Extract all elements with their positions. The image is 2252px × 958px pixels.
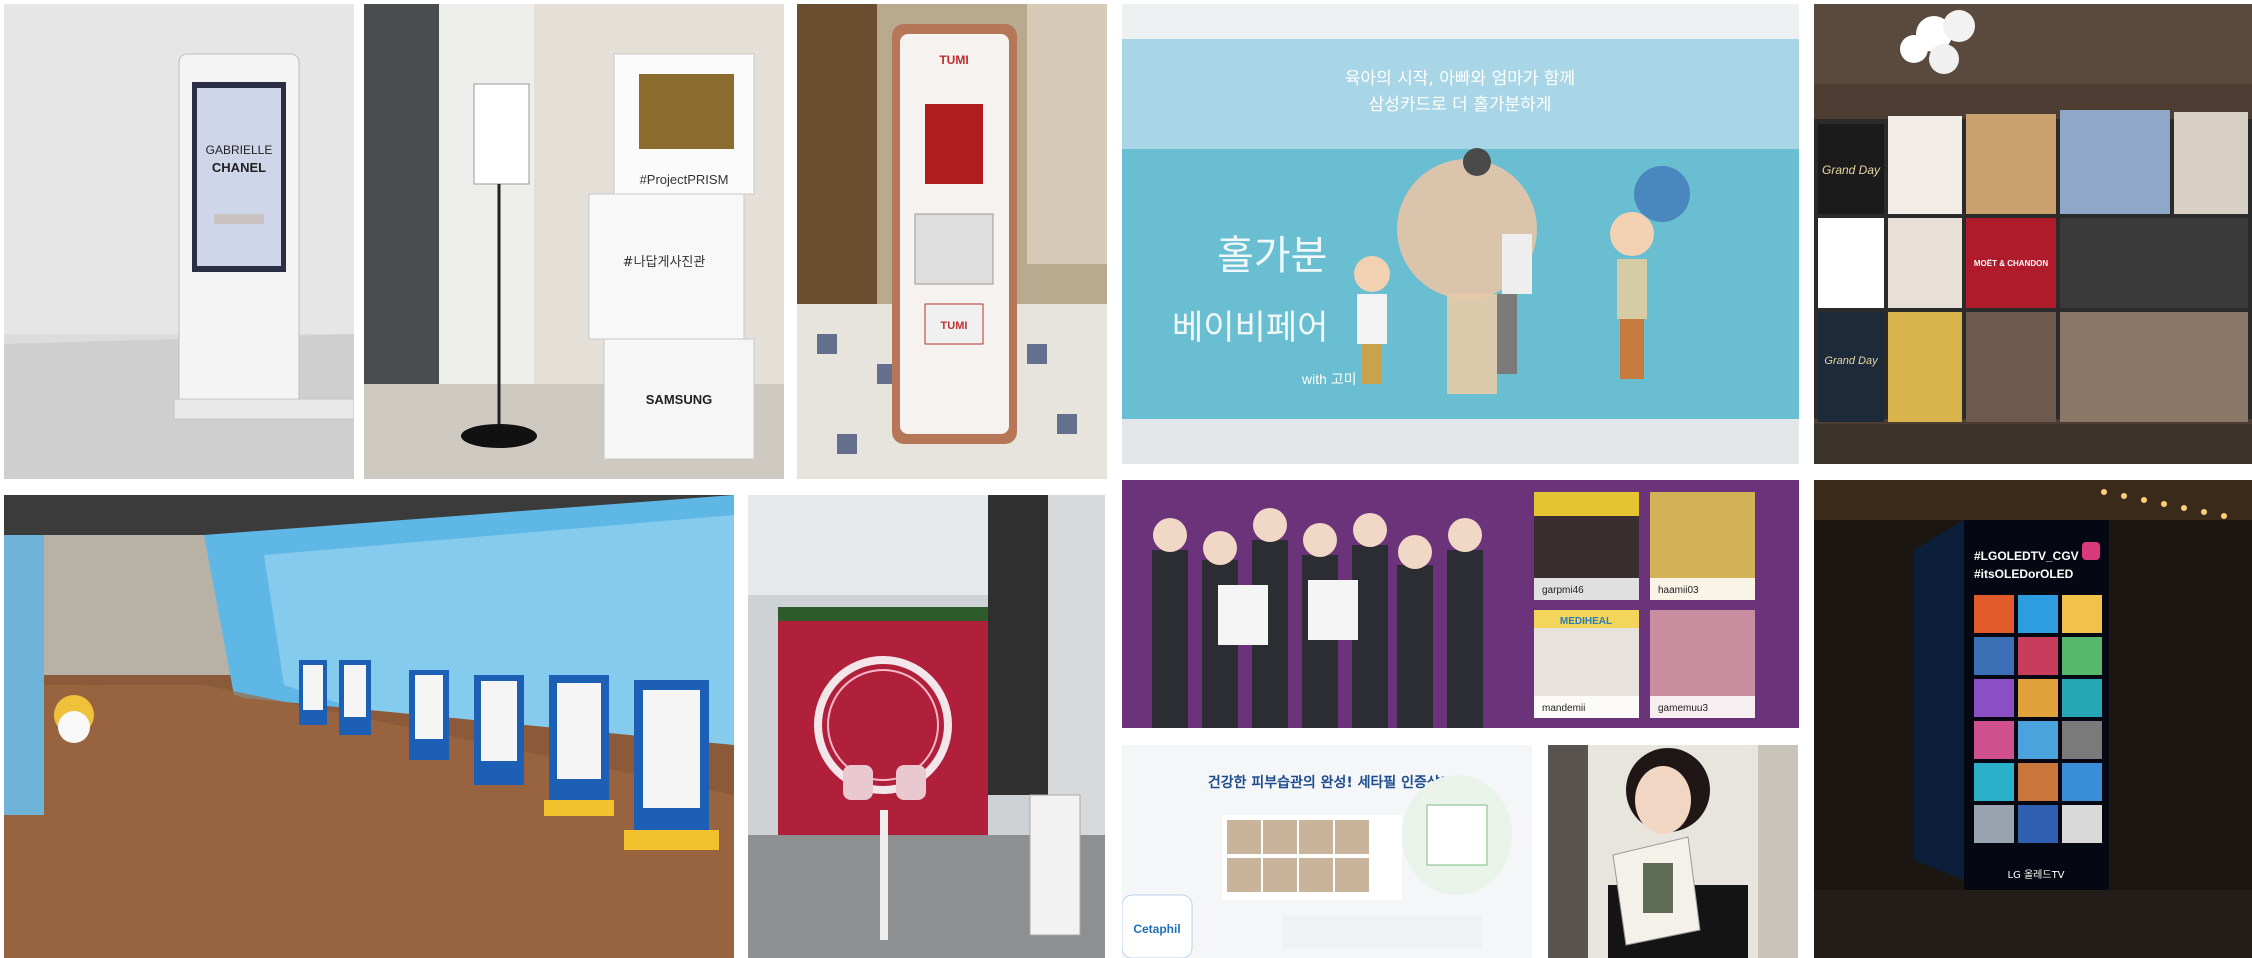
cetaphil-headline: 건강한 피부습관의 완성! 세타필 인증샷!: [1208, 774, 1446, 791]
handle-1: garpmi46: [1542, 585, 1584, 596]
mosaic-script-3: with 고미: [1301, 371, 1357, 387]
samsung-card-mosaic-scene: 육아의 시작, 아빠와 엄마가 함께 삼성카드로 더 홀가분하게 홀가분 베이비…: [1122, 4, 1799, 464]
photo-rose-wall: [748, 495, 1105, 958]
photo-kpop-mediheal: MEDIHEAL garpmi46 haamii03 mandemii game…: [1122, 480, 1799, 728]
chanel-screen-line2: CHANEL: [212, 160, 266, 175]
chanel-screen-line1: GABRIELLE: [206, 143, 273, 157]
mediheal-sign: MEDIHEAL: [1560, 616, 1612, 627]
instagram-icon: [2082, 542, 2100, 560]
moet-card-1: Grand Day: [1822, 163, 1881, 177]
moet-wall-scene: Grand Day MOËT & CHANDON Grand Day: [1814, 4, 2252, 464]
tumi-brand-panel: TUMI: [941, 320, 968, 332]
photo-lg-oled-tower: #LGOLEDTV_CGV #itsOLEDorOLED LG 올레드TV: [1814, 480, 2252, 958]
photo-samsung-prism: #ProjectPRISM #나답게사진관 SAMSUNG: [364, 4, 784, 479]
photo-samsung-card-mosaic: 육아의 시작, 아빠와 엄마가 함께 삼성카드로 더 홀가분하게 홀가분 베이비…: [1122, 4, 1799, 464]
chanel-kiosk-scene: GABRIELLE CHANEL: [4, 4, 354, 479]
card-holder-scene: [1548, 745, 1798, 958]
cube-top-label: #ProjectPRISM: [640, 172, 729, 187]
lg-tag-1: #LGOLEDTV_CGV: [1974, 549, 2079, 563]
lg-oled-tower-scene: #LGOLEDTV_CGV #itsOLEDorOLED LG 올레드TV: [1814, 480, 2252, 958]
cetaphil-bottle-brand: Cetaphil: [1133, 922, 1180, 936]
handle-2: haamii03: [1658, 585, 1699, 596]
pororo-hall-scene: [4, 495, 734, 958]
cube-mid-label: #나답게사진관: [623, 255, 706, 270]
moet-card-3: Grand Day: [1824, 355, 1879, 367]
tumi-kiosk-scene: TUMI TUMI: [797, 4, 1107, 479]
photo-card-holder: [1548, 745, 1798, 958]
mosaic-script-1: 홀가분: [1217, 233, 1327, 279]
samsung-prism-scene: #ProjectPRISM #나답게사진관 SAMSUNG: [364, 4, 784, 479]
kpop-mediheal-scene: MEDIHEAL garpmi46 haamii03 mandemii game…: [1122, 480, 1799, 728]
lg-footer: LG 올레드TV: [2007, 869, 2064, 881]
photo-moet-wall: Grand Day MOËT & CHANDON Grand Day: [1814, 4, 2252, 464]
handle-4: gamemuu3: [1658, 703, 1708, 714]
mosaic-headline-2: 삼성카드로 더 홀가분하게: [1369, 95, 1552, 115]
tumi-brand-top: TUMI: [939, 53, 968, 67]
photo-cetaphil-ad: 건강한 피부습관의 완성! 세타필 인증샷! Cetaphil: [1122, 745, 1532, 958]
cetaphil-ad-scene: 건강한 피부습관의 완성! 세타필 인증샷! Cetaphil: [1122, 745, 1532, 958]
photo-pororo-hall: [4, 495, 734, 958]
mosaic-headline-1: 육아의 시작, 아빠와 엄마가 함께: [1345, 69, 1575, 89]
photo-tumi-kiosk: TUMI TUMI: [797, 4, 1107, 479]
photo-chanel-kiosk: GABRIELLE CHANEL: [4, 4, 354, 479]
moet-card-2: MOËT & CHANDON: [1974, 259, 2048, 268]
cube-bottom-label: SAMSUNG: [646, 392, 712, 407]
handle-3: mandemii: [1542, 703, 1585, 714]
rose-wall-scene: [748, 495, 1105, 958]
mosaic-script-2: 베이비페어: [1172, 308, 1328, 348]
lg-tag-2: #itsOLEDorOLED: [1974, 567, 2074, 581]
